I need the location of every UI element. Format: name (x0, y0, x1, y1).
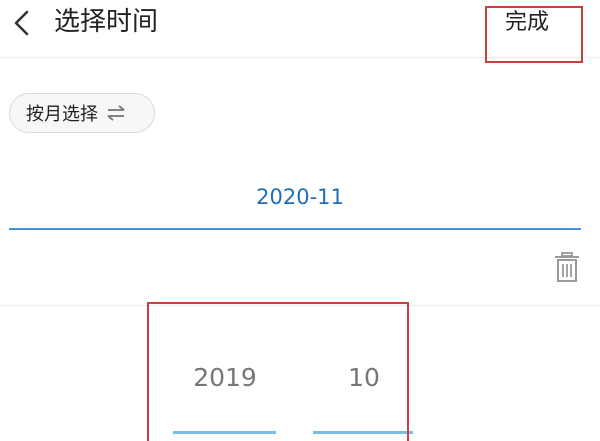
time-picker-page: 选择时间 完成 按月选择 2020-11 2019 10 (0, 0, 600, 441)
done-button[interactable]: 完成 (505, 9, 549, 37)
selected-value-underline (9, 228, 581, 230)
selected-date-value[interactable]: 2020-11 (0, 180, 600, 214)
swap-arrows-icon (107, 105, 125, 121)
mode-chip-label: 按月选择 (26, 104, 98, 125)
page-title: 选择时间 (54, 7, 159, 37)
year-picker-value[interactable]: 2019 (170, 360, 280, 396)
back-icon[interactable] (8, 6, 38, 40)
month-picker-value[interactable]: 10 (309, 360, 419, 396)
year-picker-indicator (173, 431, 276, 434)
section-divider (0, 305, 600, 306)
trash-icon[interactable] (553, 251, 581, 283)
header-bar: 选择时间 完成 (0, 0, 600, 63)
month-picker-indicator (313, 431, 413, 434)
mode-toggle-chip[interactable]: 按月选择 (9, 93, 155, 133)
